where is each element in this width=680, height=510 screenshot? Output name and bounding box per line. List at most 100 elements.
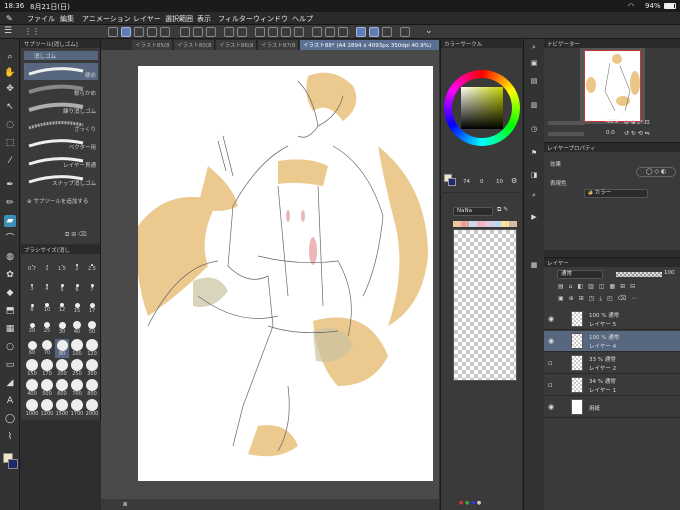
brush-size-600[interactable]: 600 — [55, 379, 69, 398]
ruler-snap-icon[interactable] — [369, 27, 379, 37]
rotate-slider[interactable] — [548, 132, 584, 136]
trash-icon[interactable]: ⌫ — [78, 231, 86, 238]
menu-animation[interactable]: アニメーション — [82, 14, 131, 24]
menu-help[interactable]: ヘルプ — [292, 14, 313, 24]
brush-size-50[interactable]: 50 — [85, 319, 99, 338]
search-layer-icon[interactable]: ⌕ — [528, 189, 540, 201]
undo-icon[interactable] — [224, 27, 234, 37]
palette-swatch[interactable] — [485, 221, 493, 227]
brush-size-5[interactable]: 5 — [55, 279, 69, 298]
chevron-down-icon[interactable]: ⌄ — [425, 26, 433, 36]
brush-hard[interactable]: 硬め — [24, 63, 98, 80]
tab-document-86[interactable]: イラスト86(8 — [216, 40, 257, 50]
perspective-icon[interactable] — [382, 27, 392, 37]
fill-icon[interactable]: ⬒ — [4, 305, 16, 317]
eraser-icon[interactable]: ▰ — [4, 215, 16, 227]
layer-tool-row-1[interactable]: ▤⌂◧▥◫▦⊞⊟ — [558, 283, 676, 291]
open-icon[interactable] — [147, 27, 157, 37]
layer-row[interactable]: ▫ 33 % 通常 レイヤー 2 — [544, 353, 680, 374]
rotate-icon[interactable] — [312, 27, 322, 37]
settings-icon[interactable]: ⚙ — [511, 177, 517, 185]
eye-icon[interactable]: ▫ — [548, 359, 553, 367]
tab-document-85[interactable]: イラスト85(8 — [132, 40, 173, 50]
menu-view[interactable]: 表示 — [197, 14, 211, 24]
red-dot-icon[interactable]: ● — [459, 500, 463, 506]
brush-size-10[interactable]: 10 — [40, 299, 54, 318]
brush-size-25[interactable]: 25 — [40, 319, 54, 338]
gradient-icon[interactable]: ▦ — [4, 323, 16, 335]
brush-size-2[interactable]: 2 — [70, 259, 84, 278]
brush-size-20[interactable]: 20 — [25, 319, 39, 338]
brush-size-1500[interactable]: 1500 — [55, 399, 69, 418]
brush-size-2000[interactable]: 2000 — [85, 399, 99, 418]
blend-mode-select[interactable]: 通常 — [557, 270, 603, 279]
layer-panel-icon[interactable]: ▦ — [528, 259, 540, 271]
brush-size-3[interactable]: 3 — [25, 279, 39, 298]
dots-icon[interactable]: ⋮⋮ — [24, 27, 40, 36]
brush-size-700[interactable]: 700 — [70, 379, 84, 398]
zoom-icon[interactable]: ⌕ — [4, 51, 16, 63]
flip-icon[interactable] — [325, 27, 335, 37]
brush-size-70[interactable]: 70 — [40, 339, 54, 358]
hand-icon[interactable]: ✋ — [4, 67, 16, 79]
paste-icon[interactable] — [193, 27, 203, 37]
transform-icon[interactable] — [255, 27, 265, 37]
material-icon[interactable]: ▥ — [528, 99, 540, 111]
eye-icon[interactable]: ◉ — [548, 337, 554, 345]
tool-property-icon[interactable]: ⚑ — [528, 147, 540, 159]
brush-size-1.5[interactable]: 1.5 — [55, 259, 69, 278]
canvas-paper[interactable] — [136, 66, 433, 481]
brush-size-500[interactable]: 500 — [40, 379, 54, 398]
animation-icon[interactable]: ▶ — [528, 211, 540, 223]
brush-size-400[interactable]: 400 — [25, 379, 39, 398]
operation-icon[interactable]: ↖ — [4, 101, 16, 113]
saturation-value-square[interactable] — [461, 87, 503, 129]
brush-soft[interactable]: 軟らかめ — [24, 81, 98, 98]
ruler-icon[interactable]: ◢ — [4, 377, 16, 389]
palette-swatch[interactable] — [469, 221, 477, 227]
app-logo-icon[interactable]: ✎ — [6, 14, 13, 23]
menu-selection[interactable]: 選択範囲 — [165, 14, 193, 24]
selection-icon[interactable]: ⬚ — [4, 137, 16, 149]
tab-document-87[interactable]: イラスト87(8 — [258, 40, 299, 50]
deselect-icon[interactable] — [268, 27, 278, 37]
blue-dot-icon[interactable]: ● — [471, 500, 475, 506]
hamburger-icon[interactable] — [108, 27, 118, 37]
layer-tool-row-2[interactable]: ▣⊕⊞◳⤓◰⌫⋯ — [558, 295, 676, 303]
brush-rough[interactable]: ざっくり — [24, 117, 98, 134]
duplicate-icon[interactable]: ⧉ — [65, 231, 69, 238]
sub-color-swatch[interactable] — [8, 459, 18, 469]
pencil-icon[interactable]: ✏ — [4, 197, 16, 209]
airbrush-icon[interactable]: ◍ — [4, 251, 16, 263]
brush-size-4[interactable]: 4 — [40, 279, 54, 298]
balloon-icon[interactable]: ◯ — [4, 413, 16, 425]
tab-document-88[interactable]: イラスト88* (A4 2894 x 4093px 350dpi 40.9%) — [300, 40, 440, 50]
eye-icon[interactable]: ◉ — [548, 403, 554, 411]
layer-row[interactable]: ◉ 100 % 通常 レイヤー 4 — [544, 331, 680, 352]
brush-size-80[interactable]: 80 — [55, 339, 69, 358]
brush-size-1[interactable]: 1 — [40, 259, 54, 278]
layer-row[interactable]: ▫ 34 % 通常 レイヤー 1 — [544, 375, 680, 396]
color-set-select[interactable]: NaNa — [453, 207, 493, 216]
save-icon[interactable] — [160, 27, 170, 37]
pen-icon[interactable] — [121, 27, 131, 37]
palette-swatch[interactable] — [453, 221, 461, 227]
brush-size-250[interactable]: 250 — [70, 359, 84, 378]
snap-icon[interactable] — [356, 27, 366, 37]
redo-icon[interactable] — [237, 27, 247, 37]
rotate-buttons[interactable]: ↺ ↻ ⟲ ⇋ — [624, 130, 650, 137]
brush-size-60[interactable]: 60 — [25, 339, 39, 358]
sub-view-icon[interactable]: ▣ — [528, 57, 540, 69]
menu-hamburger-icon[interactable]: ☰ — [4, 26, 12, 36]
tab-document-80[interactable]: イラスト80(8 — [174, 40, 215, 50]
decoration-icon[interactable]: ✿ — [4, 269, 16, 281]
brush-size-40[interactable]: 40 — [70, 319, 84, 338]
layer-property-icon[interactable]: ◨ — [528, 169, 540, 181]
invert-selection-icon[interactable] — [281, 27, 291, 37]
zoom-slider[interactable] — [548, 121, 584, 125]
brush-size-0.7[interactable]: 0.7 — [25, 259, 39, 278]
brush-size-170[interactable]: 170 — [40, 359, 54, 378]
eye-icon[interactable]: ◉ — [548, 315, 554, 323]
info-icon[interactable]: ▤ — [528, 75, 540, 87]
palette-tools-icon[interactable]: ⧉ ✎ — [497, 206, 508, 214]
